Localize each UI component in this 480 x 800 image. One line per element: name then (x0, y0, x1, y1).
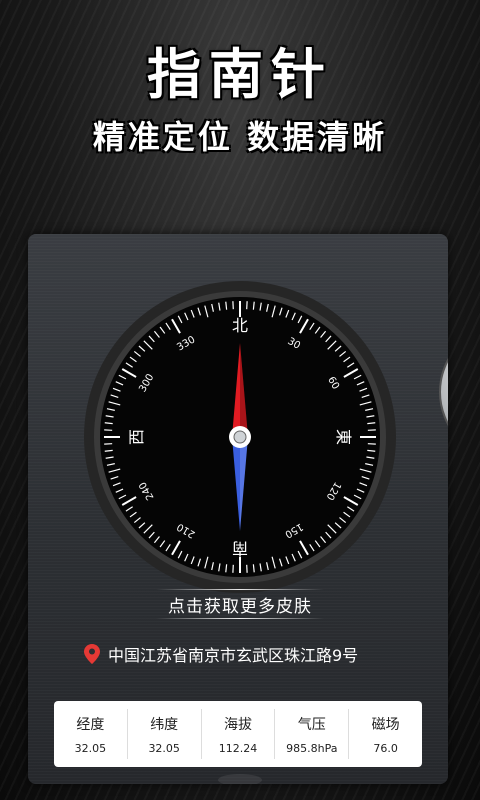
compass-south: 南 (232, 539, 248, 558)
stat-pressure: 气压 985.8hPa (275, 709, 350, 759)
compass-tick (252, 564, 255, 573)
stat-value: 32.05 (74, 741, 107, 755)
compass-dial: 3060120150210240300330 北 東 南 西 (84, 281, 396, 593)
compass-tick (104, 449, 113, 452)
page-subtitle: 精准定位 数据清晰 (92, 118, 388, 156)
phone-preview: 30 60 120 150 210 240 300 330 北 東 南 西 点击获取更多皮肤 … (28, 234, 448, 784)
compass-tick (104, 422, 113, 425)
compass-tick (367, 422, 376, 425)
sensor-stats-panel: 经度 32.05 纬度 32.05 海拔 112.24 气压 985.8hPa … (54, 701, 422, 767)
stat-label: 磁场 (371, 716, 400, 733)
stat-value: 32.05 (148, 741, 180, 755)
compass-tick (225, 301, 228, 310)
stat-label: 海拔 (223, 716, 252, 733)
stat-value: 112.24 (218, 741, 258, 755)
stat-magnetic-field: 磁场 76.0 (349, 709, 422, 759)
stat-altitude: 海拔 112.24 (202, 709, 276, 759)
stat-label: 气压 (297, 716, 326, 733)
location-pin-icon (84, 644, 100, 664)
compass-tick (252, 301, 255, 310)
location-address: 中国江苏省南京市玄武区珠江路9号 (108, 646, 359, 665)
stat-label: 经度 (76, 716, 105, 733)
bottom-glow (218, 774, 262, 784)
compass-west: 西 (127, 429, 146, 445)
stat-label: 纬度 (150, 716, 179, 733)
stat-value: 76.0 (373, 741, 398, 755)
compass-tick (225, 564, 228, 573)
stat-longitude: 经度 32.05 (54, 709, 128, 759)
location-row: 中国江苏省南京市玄武区珠江路9号 (84, 642, 358, 666)
stat-value: 985.8hPa (286, 741, 338, 755)
compass-tick (367, 449, 376, 452)
stat-latitude: 纬度 32.05 (128, 709, 202, 759)
compass-north: 北 (232, 316, 248, 335)
compass-east: 東 (334, 429, 353, 445)
next-skin-dial-preview[interactable] (412, 322, 448, 462)
get-more-skins-button[interactable]: 点击获取更多皮肤 (156, 589, 324, 619)
page-title: 指南针 (147, 43, 333, 106)
